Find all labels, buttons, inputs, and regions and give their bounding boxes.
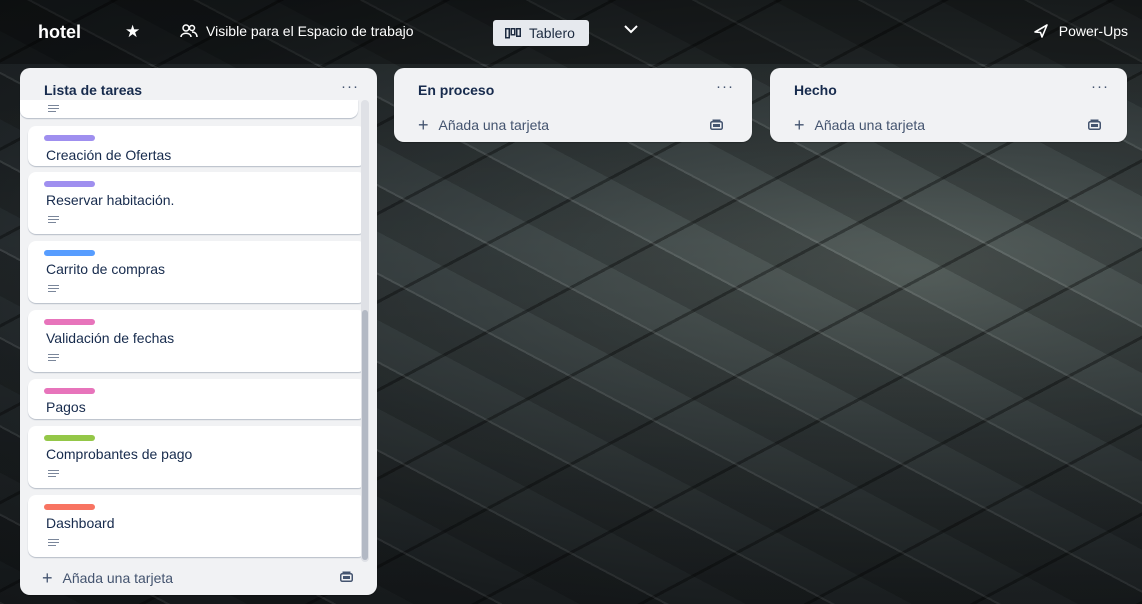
visibility-button[interactable]: Visible para el Espacio de trabajo — [180, 23, 414, 39]
board-view-button[interactable]: Tablero — [493, 20, 589, 46]
plus-icon: + — [42, 568, 53, 588]
template-icon[interactable] — [1088, 118, 1101, 133]
ellipsis-icon[interactable]: ··· — [341, 78, 359, 95]
template-icon[interactable] — [340, 570, 353, 585]
add-card-button[interactable]: + Añada una tarjeta — [42, 567, 173, 589]
list-hecho: Hecho ··· + Añada una tarjeta — [770, 68, 1127, 142]
board-header: hotel ★ Visible para el Espacio de traba… — [0, 0, 1142, 64]
label-purple — [44, 181, 95, 187]
card-title: Dashboard — [46, 515, 115, 531]
add-card-label: Añada una tarjeta — [438, 117, 550, 133]
card-title: Reservar habitación. — [46, 192, 175, 208]
add-card-button[interactable]: + Añada una tarjeta — [794, 114, 925, 136]
list-title[interactable]: Hecho — [794, 82, 837, 98]
power-ups-button[interactable]: Power-Ups — [1033, 23, 1128, 39]
visibility-label: Visible para el Espacio de trabajo — [206, 23, 414, 39]
board-view-label: Tablero — [529, 25, 575, 41]
label-green — [44, 435, 95, 441]
label-pink — [44, 388, 95, 394]
plus-icon: + — [418, 115, 429, 135]
list-title[interactable]: En proceso — [418, 82, 494, 98]
label-pink — [44, 319, 95, 325]
add-card-label: Añada una tarjeta — [62, 570, 174, 586]
label-blue — [44, 250, 95, 256]
description-icon — [48, 539, 59, 546]
chevron-down-icon[interactable] — [624, 21, 638, 39]
card-dashboard[interactable]: Dashboard — [28, 495, 366, 557]
people-icon — [180, 24, 198, 38]
description-icon — [48, 354, 59, 361]
description-icon — [48, 285, 59, 292]
card-title: Validación de fechas — [46, 330, 175, 346]
card-title: Comprobantes de pago — [46, 446, 193, 462]
card-comprobantes-de-pago[interactable]: Comprobantes de pago — [28, 426, 366, 488]
card-reservar-habitacion[interactable]: Reservar habitación. — [28, 172, 366, 234]
power-ups-label: Power-Ups — [1058, 23, 1128, 39]
label-red — [44, 504, 95, 510]
ellipsis-icon[interactable]: ··· — [1091, 78, 1109, 95]
label-purple — [44, 135, 95, 141]
plus-icon: + — [794, 115, 805, 135]
card-title: Pagos — [46, 399, 86, 415]
description-icon — [48, 216, 59, 223]
add-card-label: Añada una tarjeta — [814, 117, 926, 133]
list-scrollbar-thumb[interactable] — [362, 310, 368, 560]
card-title: Creación de Ofertas — [46, 147, 172, 163]
list-item-partial[interactable] — [20, 100, 358, 118]
description-icon — [48, 105, 59, 112]
list-title[interactable]: Lista de tareas — [44, 82, 142, 98]
list-en-proceso: En proceso ··· + Añada una tarjeta — [394, 68, 752, 142]
card-pagos[interactable]: Pagos — [28, 379, 366, 419]
template-icon[interactable] — [710, 118, 723, 133]
rocket-icon — [1033, 24, 1048, 38]
board-title[interactable]: hotel — [38, 22, 81, 43]
board-view-icon — [505, 27, 521, 38]
add-card-button[interactable]: + Añada una tarjeta — [418, 114, 549, 136]
star-icon[interactable]: ★ — [125, 22, 140, 42]
card-carrito-de-compras[interactable]: Carrito de compras — [28, 241, 366, 303]
card-title: Carrito de compras — [46, 261, 166, 277]
ellipsis-icon[interactable]: ··· — [716, 78, 734, 95]
description-icon — [48, 470, 59, 477]
card-validacion-de-fechas[interactable]: Validación de fechas — [28, 310, 366, 372]
card-creacion-de-ofertas[interactable]: Creación de Ofertas — [28, 126, 366, 166]
